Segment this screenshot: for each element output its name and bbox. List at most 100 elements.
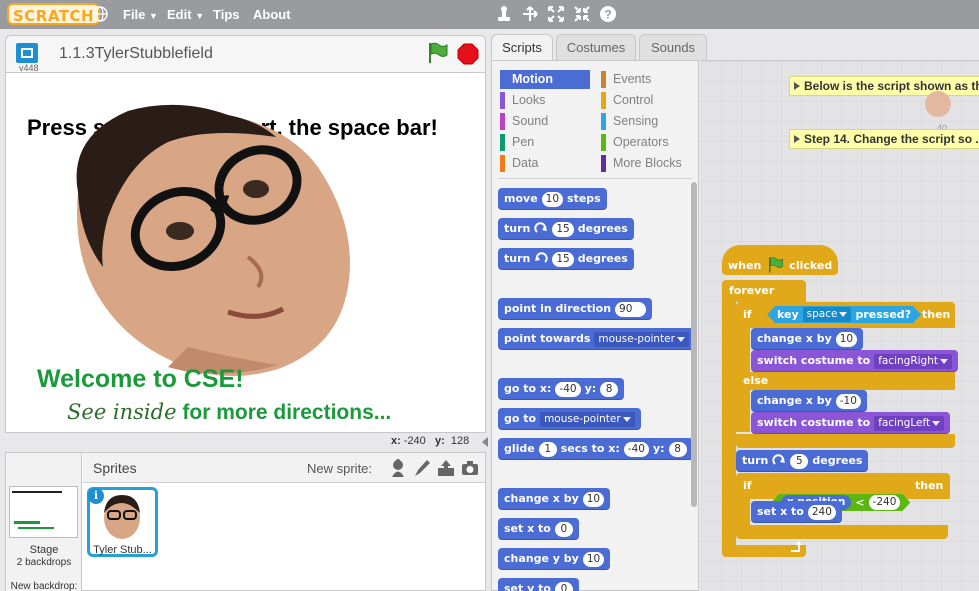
tab-costumes[interactable]: Costumes (556, 34, 636, 61)
tips-menu[interactable]: Tips (213, 7, 240, 22)
target-dropdown[interactable]: mouse-pointer (594, 331, 689, 347)
number-input[interactable]: -40 (623, 441, 649, 457)
language-globe-icon[interactable] (92, 6, 108, 22)
block-turn-left[interactable]: turn 15 degrees (498, 248, 634, 270)
block-move-steps[interactable]: move 10 steps (498, 188, 607, 210)
block-text: degrees (812, 454, 863, 467)
block-point-towards[interactable]: point towards mouse-pointer (498, 328, 695, 350)
tab-scripts[interactable]: Scripts (491, 34, 553, 61)
number-input[interactable]: 10 (541, 191, 564, 207)
block-switch-costume[interactable]: switch costume to facingLeft (751, 412, 951, 434)
category-pen[interactable]: Pen (500, 133, 534, 152)
category-data[interactable]: Data (500, 154, 538, 173)
stage-thumbnail[interactable] (9, 486, 78, 538)
stage-selector[interactable]: Stage 2 backdrops New backdrop: (6, 453, 82, 591)
block-text: turn (742, 454, 769, 467)
chevron-down-icon: ▼ (149, 11, 158, 21)
number-input[interactable]: 10 (582, 491, 605, 507)
category-more-blocks[interactable]: More Blocks (601, 154, 682, 173)
category-operators-label: Operators (613, 135, 669, 149)
help-question-icon[interactable]: ? (599, 5, 617, 23)
number-input[interactable]: 8 (668, 441, 687, 457)
number-input[interactable]: 10 (835, 331, 858, 347)
number-input[interactable]: 0 (554, 521, 573, 537)
sprite-tile[interactable]: i Tyler Stub... (87, 487, 158, 557)
number-input[interactable]: 10 (582, 551, 605, 567)
comment-note-1[interactable]: Below is the script shown as the (789, 76, 979, 96)
number-input[interactable]: 15 (552, 251, 574, 267)
block-when-flag-clicked[interactable]: when clicked (722, 245, 839, 275)
sprite-face-image[interactable] (58, 97, 363, 382)
collapse-stage-arrow-icon[interactable] (481, 436, 489, 448)
comment-note-2[interactable]: Step 14. Change the script so ... (789, 129, 979, 149)
block-change-x-by[interactable]: change x by 10 (751, 328, 864, 350)
tab-sounds[interactable]: Sounds (639, 34, 707, 61)
category-operators[interactable]: Operators (601, 133, 669, 152)
number-input[interactable]: -10 (835, 393, 861, 409)
block-switch-costume[interactable]: switch costume to facingRight (751, 350, 958, 372)
rotate-clockwise-icon (772, 454, 786, 465)
costume-dropdown[interactable]: facingLeft (874, 415, 945, 431)
block-text: y: (584, 382, 597, 395)
block-text: glide (504, 442, 535, 455)
category-motion[interactable]: Motion (500, 70, 590, 89)
project-title[interactable]: 1.1.3TylerStubblefield (59, 45, 213, 63)
grow-icon[interactable] (547, 5, 565, 23)
direction-dropdown[interactable]: 90 (615, 301, 647, 317)
costume-dropdown[interactable]: facingRight (874, 353, 952, 369)
category-control[interactable]: Control (601, 91, 653, 110)
block-set-x-to[interactable]: set x to 240 (751, 501, 842, 523)
block-text: switch costume to (757, 354, 871, 367)
block-change-x-by[interactable]: change x by -10 (751, 390, 867, 412)
block-glide[interactable]: glide 1 secs to x: -40 y: 8 (498, 438, 693, 460)
number-input[interactable]: 15 (552, 221, 574, 237)
sprite-library-icon[interactable] (388, 458, 408, 478)
block-text: degrees (577, 222, 628, 235)
block-turn-right[interactable]: turn 15 degrees (498, 218, 634, 240)
edit-menu[interactable]: Edit ▼ (167, 7, 204, 22)
number-input[interactable]: 240 (807, 504, 836, 520)
green-flag-icon[interactable] (425, 41, 449, 65)
number-input[interactable]: 0 (554, 581, 573, 591)
block-goto[interactable]: go to mouse-pointer (498, 408, 641, 430)
number-input[interactable]: -240 (869, 495, 901, 510)
block-text: if (743, 308, 752, 321)
stage-canvas[interactable]: Press space bar to start, the space bar!… (5, 72, 486, 433)
key-pressed-condition[interactable]: key space pressed? (767, 306, 921, 323)
category-sensing[interactable]: Sensing (601, 112, 658, 131)
palette-scrollbar[interactable] (691, 182, 697, 507)
number-input[interactable]: -40 (555, 381, 581, 397)
block-set-y[interactable]: set y to 0 (498, 578, 579, 591)
block-change-y[interactable]: change y by 10 (498, 548, 611, 570)
block-text: clicked (789, 258, 833, 272)
camera-icon[interactable] (460, 458, 480, 478)
block-goto-xy[interactable]: go to x: -40 y: 8 (498, 378, 625, 400)
number-input[interactable]: 1 (538, 441, 557, 457)
cut-scissors-icon[interactable] (521, 5, 539, 23)
about-menu[interactable]: About (253, 7, 291, 22)
category-more-blocks-label: More Blocks (613, 156, 682, 170)
stop-sign-icon[interactable] (457, 43, 479, 65)
key-dropdown[interactable]: space (803, 307, 852, 322)
category-sound[interactable]: Sound (500, 112, 548, 131)
category-events[interactable]: Events (601, 70, 651, 89)
duplicate-stamp-icon[interactable] (495, 5, 513, 23)
scratch-logo[interactable]: SCRATCH (7, 3, 101, 25)
paint-brush-icon[interactable] (412, 458, 432, 478)
shrink-icon[interactable] (573, 5, 591, 23)
file-menu[interactable]: File ▼ (123, 7, 158, 22)
target-dropdown[interactable]: mouse-pointer (540, 411, 635, 427)
number-input[interactable]: 5 (790, 453, 809, 469)
upload-sprite-icon[interactable] (436, 458, 456, 478)
block-turn[interactable]: turn 5 degrees (736, 450, 869, 472)
block-change-x[interactable]: change x by 10 (498, 488, 611, 510)
block-set-x[interactable]: set x to 0 (498, 518, 579, 540)
block-text: set y to (504, 582, 551, 591)
svg-text:?: ? (604, 8, 611, 22)
number-input[interactable]: 8 (600, 381, 619, 397)
block-text: turn (504, 222, 531, 235)
block-point-direction[interactable]: point in direction 90 (498, 298, 653, 320)
fullscreen-icon[interactable] (15, 42, 39, 64)
script-area[interactable]: Below is the script shown as the ... 40 … (701, 60, 979, 591)
category-looks[interactable]: Looks (500, 91, 545, 110)
